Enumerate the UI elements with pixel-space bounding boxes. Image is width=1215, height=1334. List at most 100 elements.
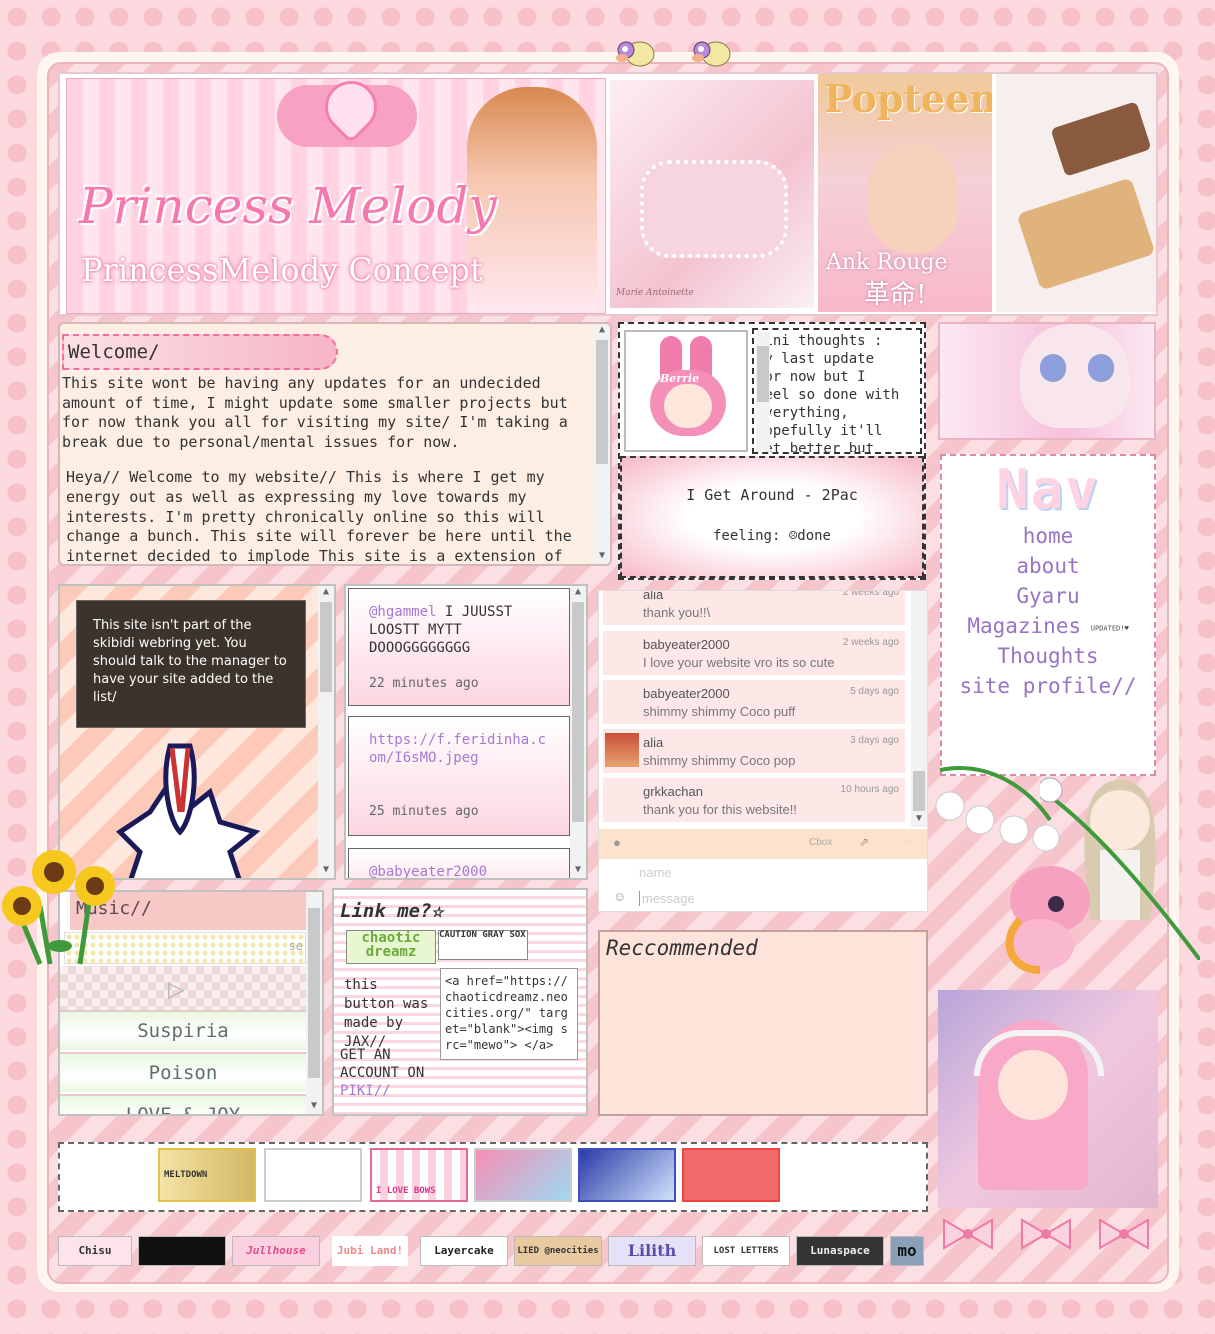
- magazine-subtitle-2: 革命!: [864, 280, 927, 310]
- scroll-up-icon[interactable]: ▲: [570, 586, 586, 600]
- cbox-scrollbar[interactable]: ▼: [911, 591, 927, 827]
- comment-link[interactable]: https://f.feridinha.com/I6sMO.jpeg: [369, 732, 546, 766]
- site-button-lost-letters[interactable]: LOST LETTERS: [702, 1236, 790, 1266]
- link-me-panel: Link me?☆ chaotic dreamz CAUTION GRAY SO…: [332, 888, 588, 1116]
- bow-icon: [1099, 1218, 1149, 1250]
- get-account-text: GET AN ACCOUNT ON: [340, 1047, 425, 1081]
- track-item[interactable]: LOVE & JOY: [60, 1094, 306, 1114]
- comment-time: 22 minutes ago: [369, 676, 479, 691]
- track-item[interactable]: Poison: [60, 1052, 306, 1092]
- scroll-down-icon[interactable]: ▼: [911, 813, 927, 827]
- cover-model: [868, 144, 958, 254]
- site-button-jubi[interactable]: Jubi Land!: [332, 1236, 408, 1266]
- pink-unicorn-figure-image: [1005, 866, 1090, 974]
- banner-title: Princess Melody: [79, 177, 497, 235]
- nav-link-home[interactable]: home: [942, 521, 1154, 551]
- nav-link-gyaru[interactable]: Gyaru: [942, 581, 1154, 611]
- scroll-thumb[interactable]: [572, 602, 584, 822]
- site-button-chisu[interactable]: Chisu: [58, 1236, 132, 1266]
- bows-label: I LOVE BOWS: [376, 1186, 436, 1196]
- bunny-face: [664, 384, 712, 428]
- site-button-lunaspace[interactable]: Lunaspace: [796, 1236, 884, 1266]
- chat-name-input[interactable]: name: [639, 865, 672, 880]
- welcome-scrollbar[interactable]: ▲ ▼: [594, 324, 610, 564]
- red-button[interactable]: [682, 1148, 780, 1202]
- comment-user[interactable]: @babyeater2000: [369, 864, 487, 878]
- webring-scrollbar[interactable]: ▲ ▼: [318, 586, 334, 878]
- mini-thoughts-text[interactable]: Mini thoughts : My last update for now b…: [752, 328, 922, 454]
- scroll-thumb[interactable]: [320, 602, 332, 692]
- site-button-mo[interactable]: mo: [890, 1236, 924, 1266]
- track-item[interactable]: Suspiria: [60, 1010, 306, 1050]
- chat-name: alia: [643, 590, 664, 602]
- recommended-panel: Reccommended: [598, 930, 928, 1116]
- nav-link-about[interactable]: about: [942, 551, 1154, 581]
- webring-card: This site isn't part of the skibidi webr…: [76, 600, 306, 728]
- popout-icon[interactable]: ⇗: [859, 835, 869, 849]
- chat-text: thank you for this website!!: [643, 802, 797, 817]
- cbox-chat[interactable]: alia thank you!!\ 2 weeks ago babyeater2…: [598, 590, 928, 912]
- webring-panel[interactable]: This site isn't part of the skibidi webr…: [58, 584, 336, 880]
- chat-message: alia thank you!!\ 2 weeks ago: [603, 590, 905, 627]
- site-button-graysox[interactable]: CAUTION GRAY SOX: [438, 930, 528, 960]
- search-label: se: [288, 939, 303, 953]
- chat-time: 2 weeks ago: [842, 590, 899, 598]
- site-button-chaoticdreamz[interactable]: chaotic dreamz: [346, 930, 436, 964]
- chocolate-biscuit: [1050, 101, 1152, 177]
- anime-face: [1020, 324, 1130, 428]
- recommended-title: Reccommended: [606, 936, 758, 960]
- piki-link[interactable]: PIKI//: [340, 1083, 391, 1099]
- scroll-down-icon[interactable]: ▼: [306, 1100, 322, 1114]
- chat-message: alia shimmy shimmy Coco pop 3 days ago: [603, 729, 905, 775]
- music-scrollbar[interactable]: ▼: [306, 892, 322, 1114]
- chat-time: 3 days ago: [850, 735, 899, 746]
- site-button-layercake[interactable]: Layercake: [420, 1236, 508, 1266]
- play-area: ▷: [60, 966, 306, 1012]
- chat-message-input[interactable]: message: [639, 891, 695, 906]
- cbox-brand[interactable]: Cbox: [809, 837, 832, 848]
- site-button-black[interactable]: [138, 1236, 226, 1266]
- meltdown-button[interactable]: MELTDOWN: [158, 1148, 256, 1202]
- i-love-bows-button[interactable]: I LOVE BOWS: [370, 1148, 468, 1202]
- webring-mascot-image: [116, 743, 260, 878]
- play-icon[interactable]: ▷: [168, 972, 185, 1005]
- nav-link-site-profile[interactable]: site profile//: [942, 671, 1154, 701]
- comments-scrollbar[interactable]: ▲ ▼: [570, 586, 586, 878]
- welcome-notice: This site wont be having any updates for…: [62, 374, 568, 451]
- biscuit-brooch-image: [996, 74, 1156, 312]
- scroll-down-icon[interactable]: ▼: [318, 864, 334, 878]
- scroll-down-icon[interactable]: ▼: [594, 550, 610, 564]
- link-me-title: Link me?☆: [340, 900, 443, 922]
- scroll-thumb[interactable]: [596, 340, 608, 464]
- comment-item: https://f.feridinha.com/I6sMO.jpeg 25 mi…: [348, 716, 570, 836]
- site-button-lied[interactable]: LIED @neocities: [514, 1236, 602, 1266]
- comments-feed[interactable]: @hgammel I JUUSST LOOSTT MYTT DOOOGGGGGG…: [344, 584, 588, 880]
- site-button-lilith[interactable]: Lilith: [608, 1236, 696, 1266]
- anime-eye: [1088, 354, 1114, 382]
- scroll-thumb[interactable]: [913, 771, 925, 811]
- scroll-up-icon[interactable]: ▲: [594, 324, 610, 338]
- berrie-bunny-image: Berrie: [624, 330, 748, 452]
- welcome-panel[interactable]: Welcome/ This site wont be having any up…: [58, 322, 612, 566]
- scroll-thumb[interactable]: [757, 346, 769, 402]
- plush-button[interactable]: [474, 1148, 572, 1202]
- smiley-icon[interactable]: ☺: [613, 889, 626, 904]
- chat-text: thank you!!\: [643, 605, 711, 620]
- sketch-button[interactable]: [264, 1148, 362, 1202]
- bow-icon: [1021, 1218, 1071, 1250]
- scroll-down-icon[interactable]: ▼: [570, 864, 586, 878]
- anime-button[interactable]: [578, 1148, 676, 1202]
- user-icon[interactable]: ●: [613, 835, 621, 850]
- mini-thoughts-scrollbar[interactable]: [756, 332, 770, 452]
- webring-message: This site isn't part of the skibidi webr…: [93, 618, 287, 705]
- scroll-up-icon[interactable]: ▲: [318, 586, 334, 600]
- comment-user[interactable]: @hgammel: [369, 604, 436, 620]
- site-button-jullhouse[interactable]: Jullhouse: [232, 1236, 320, 1266]
- comment-item: @babyeater2000: [348, 848, 570, 878]
- chat-text: shimmy shimmy Coco pop: [643, 753, 796, 768]
- nav-link-thoughts[interactable]: Thoughts: [942, 641, 1154, 671]
- link-code-box[interactable]: <a href="https://chaoticdreamz.neocities…: [440, 968, 578, 1060]
- nav-link-magazines[interactable]: Magazines: [967, 614, 1081, 638]
- scroll-thumb[interactable]: [308, 908, 320, 1078]
- chat-name: babyeater2000: [643, 637, 730, 652]
